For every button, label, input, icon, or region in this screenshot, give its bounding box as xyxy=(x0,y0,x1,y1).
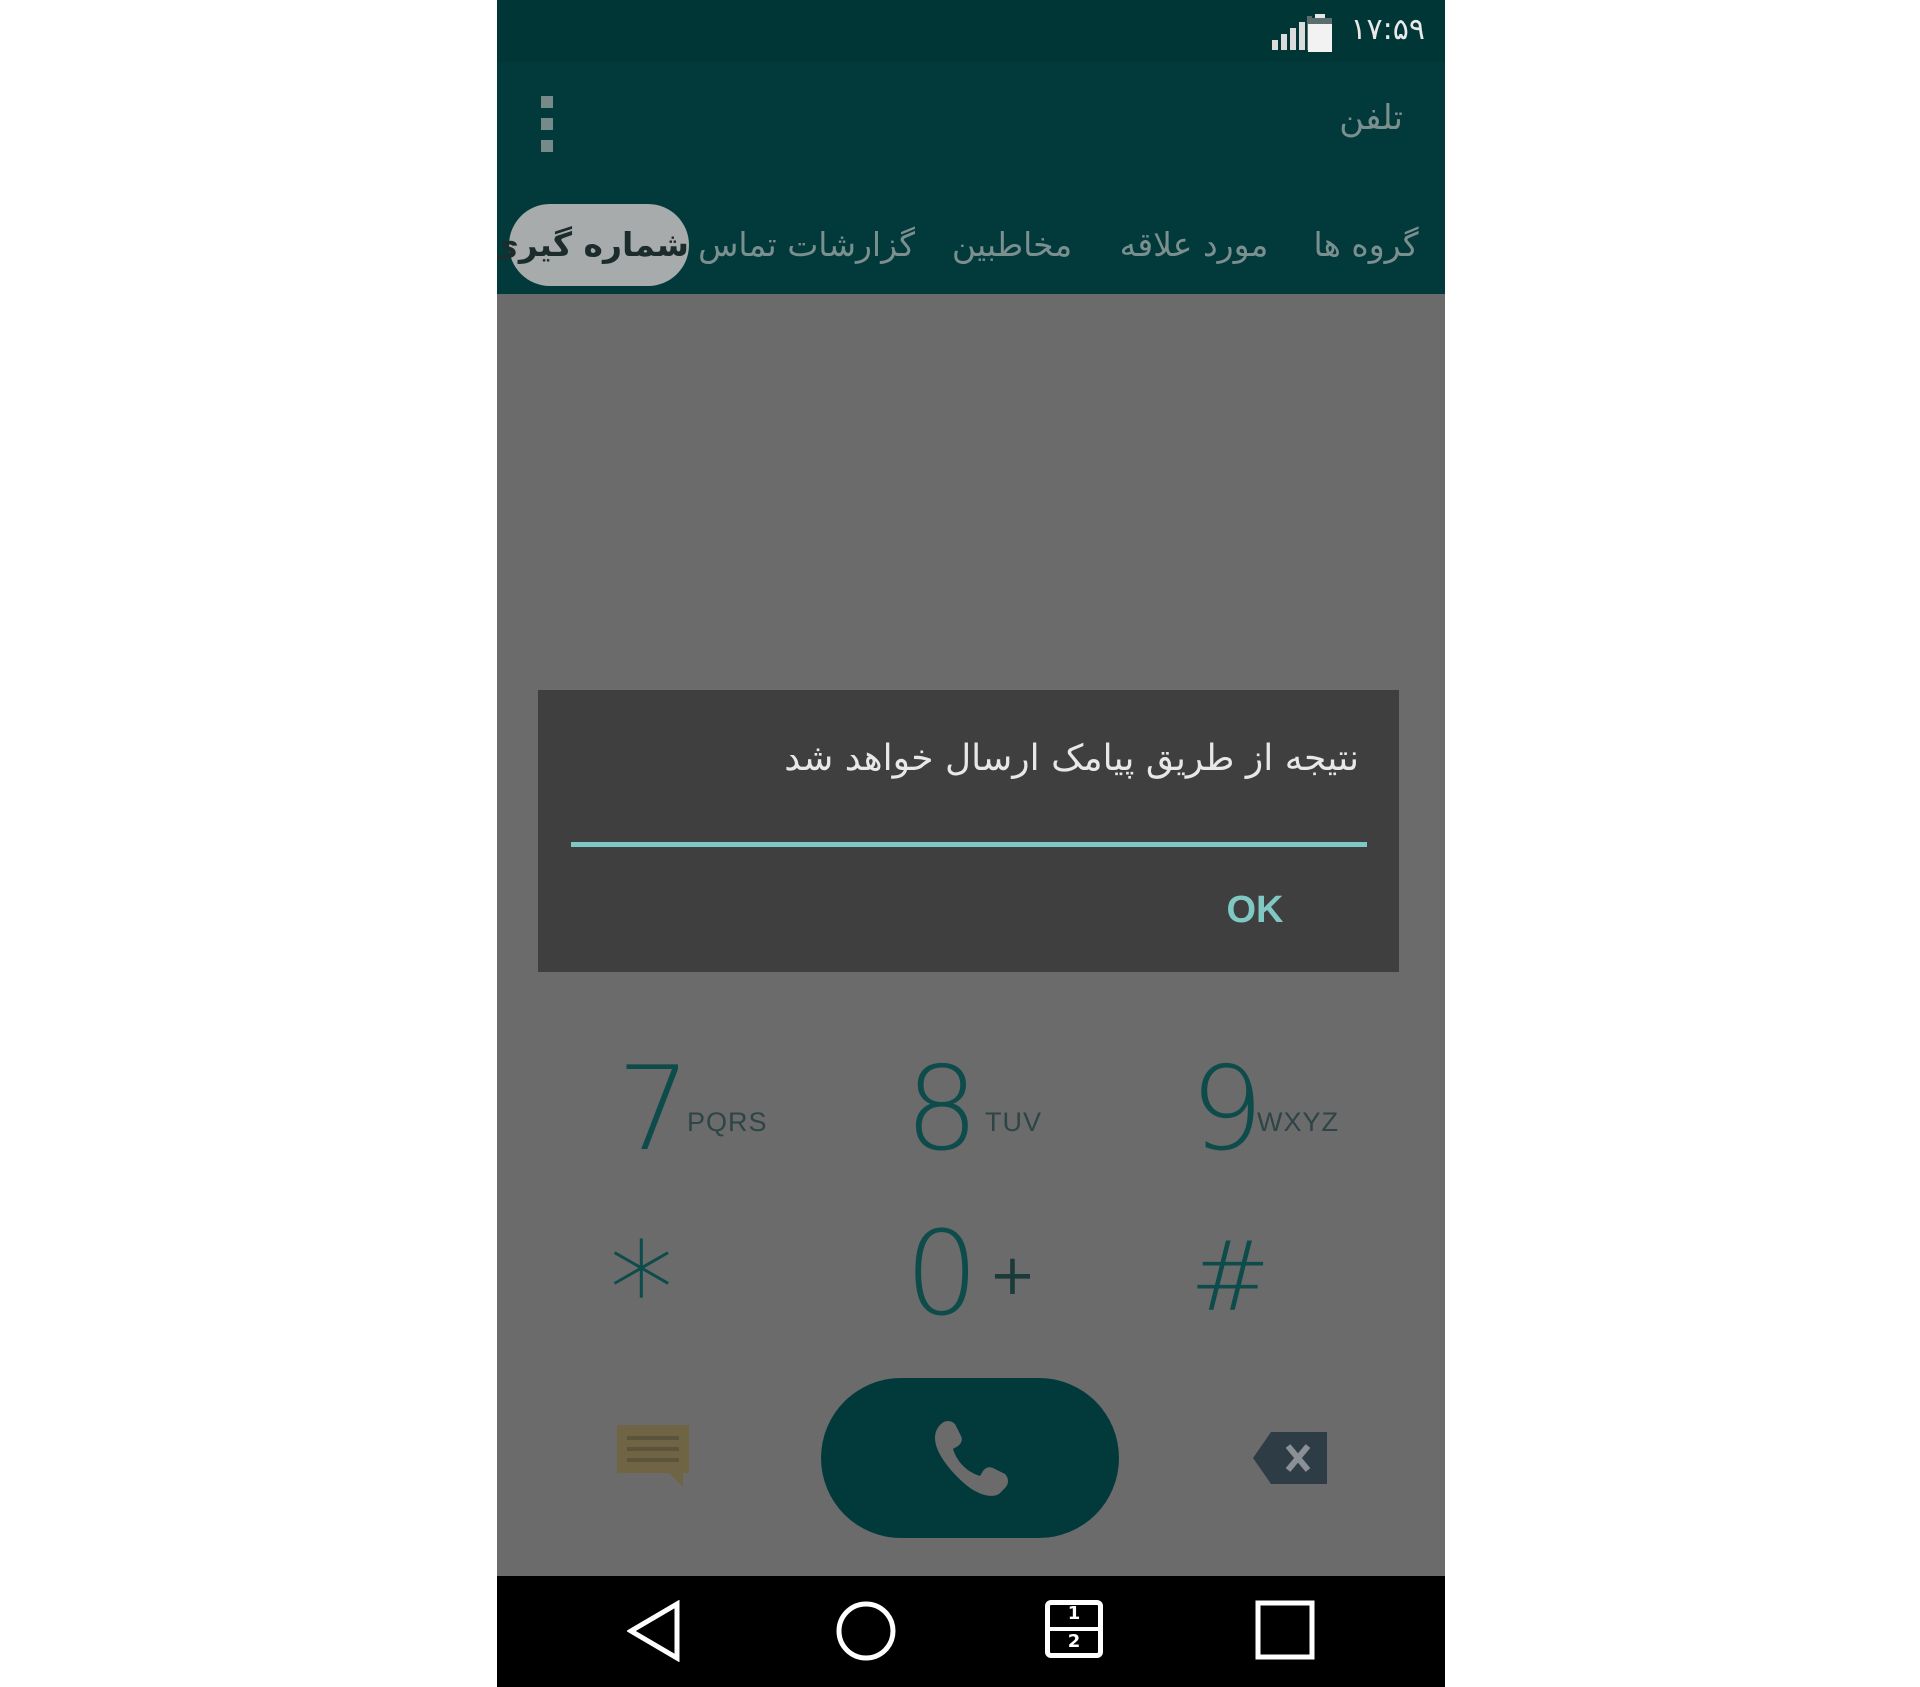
key-letters: TUV xyxy=(985,1107,1042,1137)
recents-icon[interactable] xyxy=(1255,1600,1315,1660)
key-letters: PQRS xyxy=(687,1107,768,1137)
navigation-bar: 1 2 xyxy=(497,1576,1445,1687)
key-plus: + xyxy=(989,1243,1036,1308)
tab-groups[interactable]: گروه ها xyxy=(1307,204,1425,286)
dialog-message: نتیجه از طریق پیامک ارسال خواهد شد xyxy=(784,738,1359,779)
key-hash[interactable]: # xyxy=(1190,1212,1280,1342)
backspace-icon[interactable] xyxy=(1253,1432,1327,1484)
key-star[interactable]: * xyxy=(609,1215,709,1355)
alert-dialog: نتیجه از طریق پیامک ارسال خواهد شد OK xyxy=(538,690,1399,972)
key-0[interactable]: 0 + xyxy=(905,1210,1045,1340)
phone-screen: ۱۷:۵۹ تلفن گروه ها مورد علاقه مخاطبین گز… xyxy=(497,0,1445,1687)
key-8[interactable]: 8 TUV xyxy=(905,1045,1065,1175)
key-digit: 0 xyxy=(905,1207,979,1342)
dialog-divider xyxy=(571,842,1367,847)
tab-call-logs[interactable]: گزارشات تماس xyxy=(698,204,915,286)
signal-bars-icon xyxy=(1272,16,1312,50)
key-letters: WXYZ xyxy=(1257,1107,1339,1137)
dual-window-digit-bottom: 2 xyxy=(1067,1631,1081,1652)
tab-contacts[interactable]: مخاطبین xyxy=(939,204,1085,286)
tab-dialer[interactable]: شماره گیری xyxy=(497,204,689,286)
ok-button[interactable]: OK xyxy=(1193,874,1317,946)
app-title: تلفن xyxy=(1339,98,1403,138)
status-time: ۱۷:۵۹ xyxy=(1350,12,1425,47)
more-vert-icon[interactable] xyxy=(541,96,553,152)
key-digit: * xyxy=(609,1214,674,1366)
message-icon[interactable] xyxy=(617,1425,689,1487)
key-digit: # xyxy=(1190,1221,1271,1333)
key-9[interactable]: 9 WXYZ xyxy=(1190,1045,1370,1175)
tab-favorites[interactable]: مورد علاقه xyxy=(1111,204,1277,286)
key-digit: 7 xyxy=(617,1042,691,1177)
home-icon[interactable] xyxy=(835,1600,897,1662)
key-7[interactable]: 7 PQRS xyxy=(617,1045,797,1175)
key-digit: 9 xyxy=(1190,1042,1264,1177)
dual-window-icon[interactable]: 1 2 xyxy=(1045,1600,1103,1658)
tab-bar: گروه ها مورد علاقه مخاطبین گزارشات تماس … xyxy=(497,182,1445,294)
phone-icon xyxy=(935,1421,1008,1496)
dual-window-digit-top: 1 xyxy=(1067,1603,1081,1624)
key-digit: 8 xyxy=(905,1042,979,1177)
back-icon[interactable] xyxy=(627,1600,681,1662)
call-button[interactable] xyxy=(821,1378,1119,1538)
action-bar: تلفن xyxy=(497,62,1445,182)
battery-icon xyxy=(1308,14,1332,52)
status-bar: ۱۷:۵۹ xyxy=(497,0,1445,62)
